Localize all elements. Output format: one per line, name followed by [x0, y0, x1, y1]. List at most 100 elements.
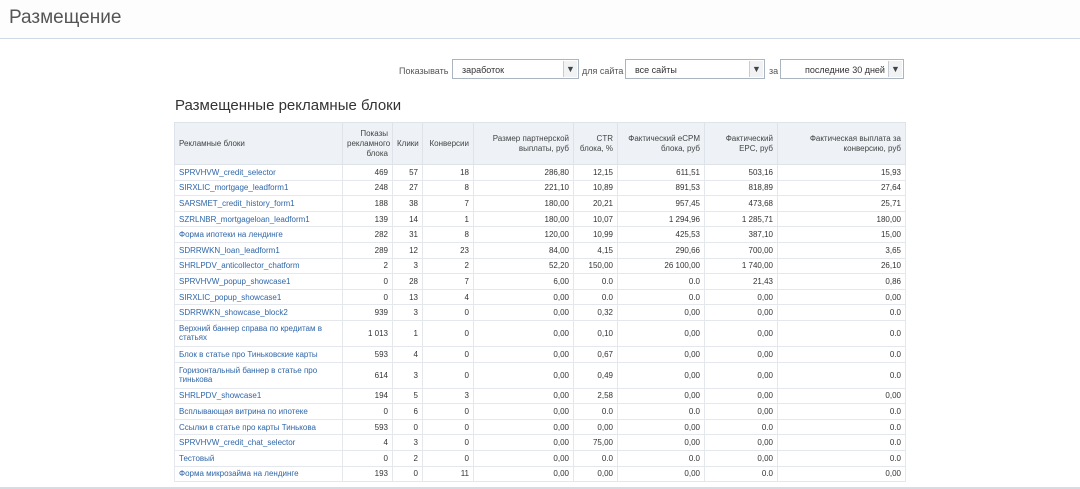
cell-ecpm: 0,00 — [617, 465, 705, 483]
cell-clicks: 3 — [392, 434, 423, 451]
cell-ctr: 0,49 — [573, 361, 618, 389]
cell-per-conv: 3,65 — [777, 241, 906, 259]
cell-impressions: 0 — [342, 449, 393, 467]
site-label: для сайта — [582, 66, 624, 76]
cell-payout: 180,00 — [473, 210, 574, 228]
ad-block-link[interactable]: SIRXLIC_popup_showcase1 — [174, 288, 343, 306]
cell-ctr: 0,67 — [573, 345, 618, 363]
table-row: Всплывающая витрина по ипотеке 0 6 0 0,00 0.0… — [174, 403, 906, 420]
ad-block-link[interactable]: Форма микрозайма на лендинге — [174, 465, 343, 483]
cell-ecpm: 26 100,00 — [617, 257, 705, 275]
chevron-down-icon[interactable]: ▼ — [749, 61, 763, 77]
filters-bar: Показывать заработок ▼ для сайта все сай… — [0, 58, 1080, 82]
cell-epc: 1 740,00 — [704, 257, 778, 275]
cell-impressions: 0 — [342, 403, 393, 420]
cell-ecpm: 0,00 — [617, 304, 705, 321]
period-select[interactable]: последние 30 дней ▼ — [780, 59, 904, 79]
cell-ecpm: 425,53 — [617, 226, 705, 243]
cell-ecpm: 0,00 — [617, 319, 705, 347]
cell-epc: 0,00 — [704, 361, 778, 389]
table-header-row: Рекламные блоки Показы рекламного блока … — [174, 122, 906, 165]
cell-payout: 84,00 — [473, 241, 574, 259]
chevron-down-icon[interactable]: ▼ — [888, 61, 902, 77]
column-header[interactable]: Фактический eCPM блока, руб — [617, 122, 705, 165]
table-row: SDRRWKN_showcase_block2 939 3 0 0,00 0,32 0,00… — [174, 304, 906, 321]
column-header[interactable]: Размер партнерской выплаты, руб — [473, 122, 574, 165]
chevron-down-icon[interactable]: ▼ — [563, 61, 577, 77]
ad-block-link[interactable]: Тестовый — [174, 449, 343, 467]
ad-block-link[interactable]: SDRRWKN_loan_leadform1 — [174, 241, 343, 259]
cell-clicks: 5 — [392, 387, 423, 405]
cell-ctr: 10,89 — [573, 179, 618, 197]
cell-clicks: 28 — [392, 273, 423, 290]
site-select-value: все сайты — [635, 65, 677, 75]
cell-conversions: 11 — [422, 465, 474, 483]
ad-block-link[interactable]: Верхний баннер справа по кредитам в стат… — [174, 319, 343, 347]
cell-impressions: 469 — [342, 164, 393, 181]
show-select[interactable]: заработок ▼ — [452, 59, 579, 79]
cell-payout: 0,00 — [473, 465, 574, 483]
cell-clicks: 27 — [392, 179, 423, 197]
cell-per-conv: 0.0 — [777, 345, 906, 363]
column-header[interactable]: Фактическая выплата за конверсию, руб — [777, 122, 906, 165]
cell-ctr: 20,21 — [573, 195, 618, 212]
cell-payout: 0,00 — [473, 345, 574, 363]
cell-clicks: 6 — [392, 403, 423, 420]
show-select-value: заработок — [462, 65, 505, 75]
ad-block-link[interactable]: SHRLPDV_showcase1 — [174, 387, 343, 405]
ad-block-link[interactable]: Форма ипотеки на лендинге — [174, 226, 343, 243]
column-header[interactable]: Конверсии — [422, 122, 474, 165]
column-header[interactable]: Рекламные блоки — [174, 122, 343, 165]
table-row: Тестовый 0 2 0 0,00 0.0 0.0 0,00 0.0 — [174, 449, 906, 467]
ad-block-link[interactable]: Всплывающая витрина по ипотеке — [174, 403, 343, 420]
cell-impressions: 0 — [342, 288, 393, 306]
cell-conversions: 7 — [422, 195, 474, 212]
cell-impressions: 593 — [342, 418, 393, 436]
cell-per-conv: 0,00 — [777, 465, 906, 483]
ad-block-link[interactable]: SZRLNBR_mortgageloan_leadform1 — [174, 210, 343, 228]
cell-ctr: 0,10 — [573, 319, 618, 347]
table-row: SARSMET_credit_history_form1 188 38 7 180,00… — [174, 195, 906, 212]
site-select[interactable]: все сайты ▼ — [625, 59, 765, 79]
cell-impressions: 614 — [342, 361, 393, 389]
column-header[interactable]: Клики — [392, 122, 423, 165]
cell-per-conv: 0,86 — [777, 273, 906, 290]
cell-payout: 0,00 — [473, 387, 574, 405]
cell-epc: 0.0 — [704, 465, 778, 483]
cell-impressions: 193 — [342, 465, 393, 483]
table-row: SDRRWKN_loan_leadform1 289 12 23 84,00 4,15 29… — [174, 241, 906, 259]
cell-impressions: 4 — [342, 434, 393, 451]
cell-payout: 6,00 — [473, 273, 574, 290]
cell-clicks: 12 — [392, 241, 423, 259]
cell-per-conv: 0.0 — [777, 434, 906, 451]
ad-block-link[interactable]: SHRLPDV_anticollector_chatform — [174, 257, 343, 275]
cell-conversions: 3 — [422, 387, 474, 405]
ad-block-link[interactable]: Блок в статье про Тиньковские карты — [174, 345, 343, 363]
cell-epc: 0,00 — [704, 319, 778, 347]
column-header[interactable]: Фактический EPC, руб — [704, 122, 778, 165]
ad-block-link[interactable]: Ссылки в статье про карты Тинькова — [174, 418, 343, 436]
ad-block-link[interactable]: SARSMET_credit_history_form1 — [174, 195, 343, 212]
cell-epc: 21,43 — [704, 273, 778, 290]
table-row: SHRLPDV_showcase1 194 5 3 0,00 2,58 0,00 0,00 0,… — [174, 387, 906, 405]
column-header[interactable]: Показы рекламного блока — [342, 122, 393, 165]
ad-block-link[interactable]: SPRVHVW_credit_selector — [174, 164, 343, 181]
cell-epc: 503,16 — [704, 164, 778, 181]
cell-ecpm: 0,00 — [617, 418, 705, 436]
ad-block-link[interactable]: SDRRWKN_showcase_block2 — [174, 304, 343, 321]
column-header[interactable]: CTR блока, % — [573, 122, 618, 165]
ad-block-link[interactable]: SIRXLIC_mortgage_leadform1 — [174, 179, 343, 197]
ad-block-link[interactable]: SPRVHVW_credit_chat_selector — [174, 434, 343, 451]
cell-payout: 286,80 — [473, 164, 574, 181]
cell-conversions: 0 — [422, 361, 474, 389]
table-row: SPRVHVW_popup_showcase1 0 28 7 6,00 0.0 0.0 21,… — [174, 273, 906, 290]
cell-ecpm: 0,00 — [617, 361, 705, 389]
cell-conversions: 0 — [422, 449, 474, 467]
cell-payout: 0,00 — [473, 361, 574, 389]
cell-ecpm: 1 294,96 — [617, 210, 705, 228]
cell-conversions: 0 — [422, 403, 474, 420]
ad-block-link[interactable]: SPRVHVW_popup_showcase1 — [174, 273, 343, 290]
cell-clicks: 4 — [392, 345, 423, 363]
cell-conversions: 0 — [422, 418, 474, 436]
ad-block-link[interactable]: Горизонтальный баннер в статье про тиньк… — [174, 361, 343, 389]
